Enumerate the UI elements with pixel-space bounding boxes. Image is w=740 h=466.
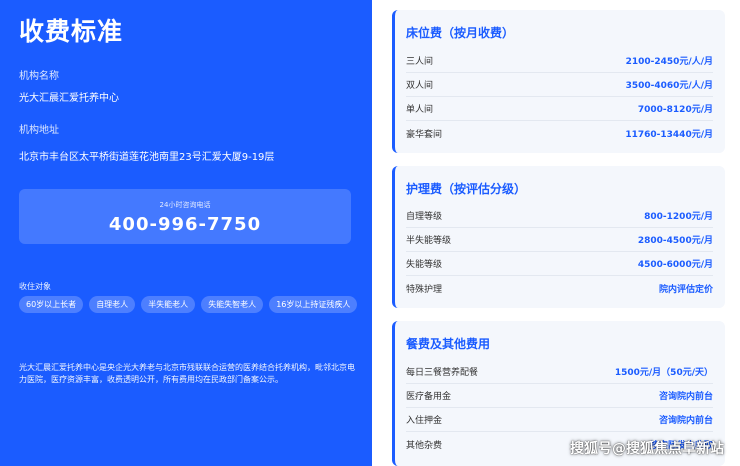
right-panel: 床位费（按月收费） 三人间 2100-2450元/人/月 双人间 3500-4060… <box>372 0 740 466</box>
hotline-caption: 24小时咨询电话 <box>159 201 211 209</box>
table-row: 三人间 2100-2450元/人/月 <box>406 49 713 73</box>
fee-item: 双人间 <box>406 81 434 91</box>
fee-price: 3500-4060元/人/月 <box>625 81 713 91</box>
fee-price: 咨询院内前台 <box>658 392 713 402</box>
table-row: 医疗备用金 咨询院内前台 <box>406 384 713 408</box>
table-row: 半失能等级 2800-4500元/月 <box>406 228 713 252</box>
card-title: 餐费及其他费用 <box>406 337 491 351</box>
table-row: 失能等级 4500-6000元/月 <box>406 252 713 276</box>
card-title: 护理费（按评估分级） <box>406 182 527 196</box>
table-row: 自理等级 800-1200元/月 <box>406 204 713 228</box>
tag: 16岁以上持证残疾人 <box>269 296 358 313</box>
fee-item: 入住押金 <box>406 416 443 426</box>
tag: 半失能老人 <box>141 296 196 313</box>
tag: 失能失智老人 <box>201 296 264 313</box>
fee-item: 单人间 <box>406 105 434 115</box>
institution-description: 光大汇晨汇爱托养中心是央企光大养老与北京市残联联合运营的医养结合托养机构，毗邻北… <box>19 363 355 384</box>
fee-price: 800-1200元/月 <box>644 212 713 222</box>
card-title: 床位费（按月收费） <box>406 26 515 40</box>
table-row: 单人间 7000-8120元/月 <box>406 97 713 121</box>
table-row: 豪华套间 11760-13440元/月 <box>406 121 713 145</box>
table-row: 特殊护理 院内评估定价 <box>406 276 713 300</box>
fee-list: 三人间 2100-2450元/人/月 双人间 3500-4060元/人/月 单人间 7… <box>406 49 713 145</box>
fee-item: 失能等级 <box>406 260 443 270</box>
fee-price: 2800-4500元/月 <box>637 236 713 246</box>
fee-item: 自理等级 <box>406 212 443 222</box>
fee-item: 三人间 <box>406 57 434 67</box>
fee-price: 1500元/月（50元/天） <box>614 368 713 378</box>
fee-item: 特殊护理 <box>406 284 443 295</box>
fee-price: 院内评估定价 <box>658 284 713 295</box>
fee-item: 每日三餐营养配餐 <box>406 368 479 378</box>
fee-item: 医疗备用金 <box>406 392 452 402</box>
table-row: 双人间 3500-4060元/人/月 <box>406 73 713 97</box>
institution-address-label: 机构地址 <box>19 125 59 136</box>
fee-price: 4500-6000元/月 <box>637 260 713 270</box>
tag: 自理老人 <box>89 296 136 313</box>
fee-item: 豪华套间 <box>406 129 443 140</box>
fee-price: 7000-8120元/月 <box>637 105 713 115</box>
fee-price: 2100-2450元/人/月 <box>625 57 713 67</box>
admission-tags: 60岁以上长者 自理老人 半失能老人 失能失智老人 16岁以上持证残疾人 <box>19 296 359 313</box>
fee-price: 11760-13440元/月 <box>625 129 713 140</box>
bed-fee-card: 床位费（按月收费） 三人间 2100-2450元/人/月 双人间 3500-4060… <box>392 10 725 153</box>
institution-name: 光大汇晨汇爱托养中心 <box>19 93 119 104</box>
institution-address: 北京市丰台区太平桥街道莲花池南里23号汇爱大厦9-19层 <box>19 152 275 163</box>
table-row: 入住押金 咨询院内前台 <box>406 408 713 432</box>
fee-item: 半失能等级 <box>406 236 452 246</box>
page-title: 收费标准 <box>19 17 124 46</box>
admission-targets-label: 收住对象 <box>19 282 51 291</box>
watermark: 搜狐号@搜狐焦点阜新站 <box>570 441 724 457</box>
fee-price: 咨询院内前台 <box>658 416 713 426</box>
hotline-box: 24小时咨询电话 400-996-7750 <box>19 189 351 244</box>
left-panel: 收费标准 机构名称 光大汇晨汇爱托养中心 机构地址 北京市丰台区太平桥街道莲花池… <box>0 0 372 466</box>
hotline-number[interactable]: 400-996-7750 <box>19 214 351 235</box>
table-row: 每日三餐营养配餐 1500元/月（50元/天） <box>406 360 713 384</box>
fee-item: 其他杂费 <box>406 440 443 451</box>
fee-list: 自理等级 800-1200元/月 半失能等级 2800-4500元/月 失能等级 45… <box>406 204 713 300</box>
institution-name-label: 机构名称 <box>19 71 59 82</box>
nursing-fee-card: 护理费（按评估分级） 自理等级 800-1200元/月 半失能等级 2800-450… <box>392 166 725 308</box>
tag: 60岁以上长者 <box>19 296 84 313</box>
